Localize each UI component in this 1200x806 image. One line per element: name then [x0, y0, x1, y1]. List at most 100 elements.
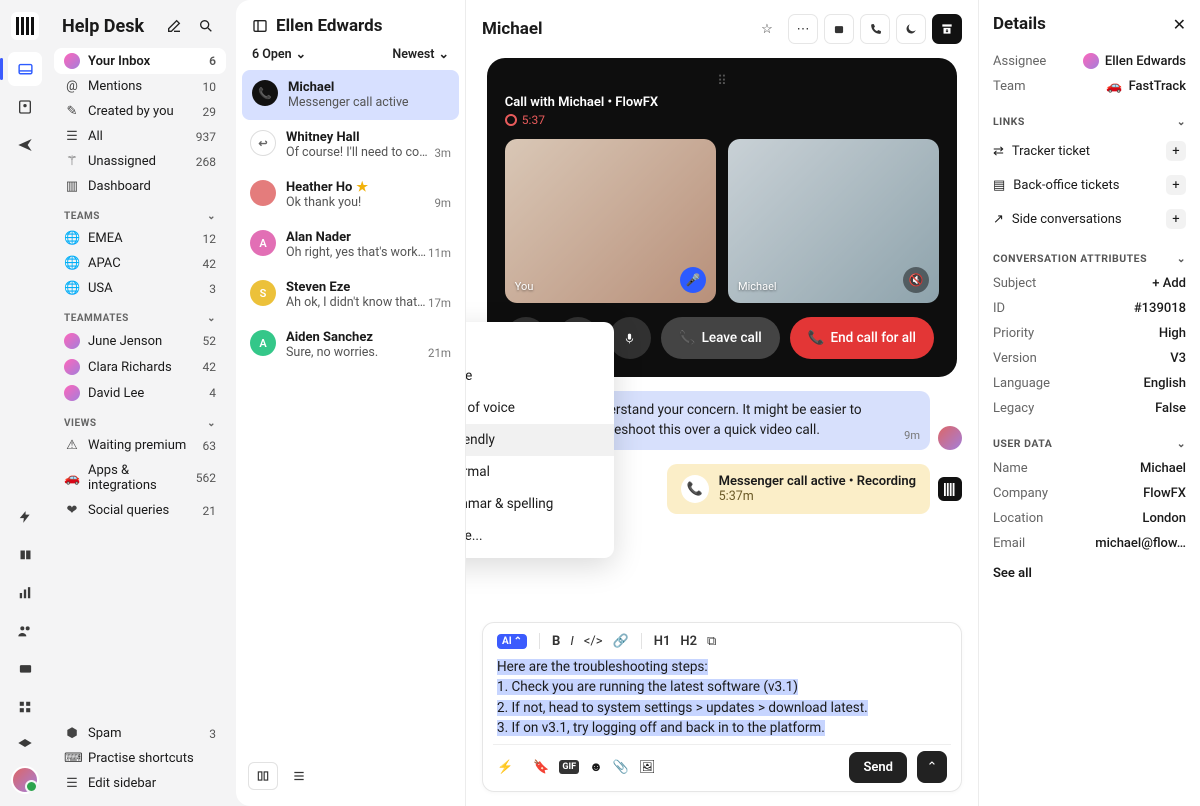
sidebar-item[interactable]: ☰All937 [54, 124, 226, 149]
thread-item[interactable]: ↩Whitney HallOf course! I'll need to co…… [236, 120, 465, 170]
sidebar-item[interactable]: ⚚Unassigned268 [54, 149, 226, 174]
sidebar-item[interactable]: ✎Created by you29 [54, 99, 226, 124]
message-time: 9m [904, 428, 920, 444]
layout-list-icon[interactable] [284, 762, 314, 790]
filter-sort[interactable]: Newest ⌄ [392, 46, 449, 62]
current-user-avatar[interactable] [11, 766, 39, 794]
layout-columns-icon[interactable] [248, 762, 278, 790]
ai-menu-item[interactable]: My tone of voice [466, 392, 614, 424]
end-call-button[interactable]: 📞 End call for all [790, 317, 934, 359]
h2-button[interactable]: H2 [680, 634, 697, 649]
sidebar-item[interactable]: ❤Social queries21 [54, 498, 226, 523]
gif-icon[interactable]: GIF [559, 760, 579, 774]
rail-chart-icon[interactable] [8, 576, 42, 610]
sidebar-item[interactable]: Your Inbox6 [54, 48, 226, 74]
ai-menu-item[interactable]: Expand [466, 328, 614, 360]
chevron-down-icon[interactable]: ⌄ [1177, 115, 1186, 128]
link-button[interactable]: 🔗 [613, 634, 629, 649]
video-self-label: You [515, 280, 534, 293]
sidebar-item[interactable]: June Jenson52 [54, 328, 226, 354]
user-data-row: CompanyFlowFX [993, 481, 1186, 506]
plus-icon[interactable]: + [1166, 141, 1186, 161]
archive-icon[interactable] [932, 14, 962, 44]
sidebar-item[interactable]: ⬢Spam3 [54, 721, 226, 746]
leave-call-button[interactable]: 📞 Leave call [661, 317, 780, 359]
rail-grid-icon[interactable] [8, 690, 42, 724]
rail-bolt-icon[interactable] [8, 500, 42, 534]
see-all-link[interactable]: See all [993, 566, 1186, 581]
team-value[interactable]: 🚗 FastTrack [1106, 79, 1186, 94]
sidebar-item[interactable]: ⚠Waiting premium63 [54, 433, 226, 458]
rail-book-icon[interactable] [8, 538, 42, 572]
bolt-icon[interactable]: ⚡ [497, 760, 513, 775]
rail-people-icon[interactable] [8, 614, 42, 648]
sidebar-item[interactable]: ☰Edit sidebar [54, 771, 226, 796]
send-button[interactable]: Send [849, 752, 907, 783]
ai-menu-item[interactable]: More formal [466, 456, 614, 488]
assignee-value[interactable]: Ellen Edwards [1083, 53, 1186, 69]
rail-inbox[interactable] [8, 52, 42, 86]
sidebar-item[interactable]: ▥Dashboard [54, 174, 226, 199]
ai-menu-item[interactable]: Translate... [466, 520, 614, 552]
moon-icon[interactable] [896, 14, 926, 44]
chevron-down-icon[interactable]: ⌄ [1177, 252, 1186, 265]
close-icon[interactable]: ✕ [1173, 15, 1186, 34]
codeblock-button[interactable]: ⧉ [707, 634, 716, 649]
composer-text[interactable]: Here are the troubleshooting steps: 1. C… [493, 657, 951, 744]
thread-item[interactable]: SSteven EzeAh ok, I didn't know that…17m [236, 270, 465, 320]
ai-badge-icon[interactable] [938, 477, 962, 501]
mute-button[interactable] [609, 317, 651, 359]
sidebar-item[interactable]: Clara Richards42 [54, 354, 226, 380]
italic-button[interactable]: I [570, 634, 573, 649]
plus-icon[interactable]: + [1166, 209, 1186, 229]
drag-handle-icon[interactable]: ⠿ [505, 74, 939, 89]
mic-muted-icon[interactable]: 🔇 [903, 267, 929, 293]
chevron-down-icon[interactable]: ⌄ [207, 418, 216, 429]
ai-toggle-button[interactable]: AI ⌃ [497, 634, 527, 649]
h1-button[interactable]: H1 [654, 634, 671, 649]
search-icon[interactable] [194, 14, 218, 38]
thread-item[interactable]: AAiden SanchezSure, no worries.21m [236, 320, 465, 370]
ai-menu-item[interactable]: Rephrase [466, 360, 614, 392]
sidebar-item[interactable]: ⌨Practise shortcuts [54, 746, 226, 771]
emoji-icon[interactable]: ☻ [589, 759, 603, 775]
ai-menu-item[interactable]: Fix grammar & spelling [466, 488, 614, 520]
details-link[interactable]: ↗Side conversations+ [993, 202, 1186, 236]
star-icon[interactable]: ☆ [752, 14, 782, 44]
plus-icon[interactable]: + [1166, 175, 1186, 195]
call-icon[interactable] [860, 14, 890, 44]
rail-send[interactable] [8, 128, 42, 162]
thread-item[interactable]: Heather Ho ★Ok thank you!9m [236, 170, 465, 220]
sidebar-item[interactable]: 🌐USA3 [54, 276, 226, 301]
sidebar-item[interactable]: 🌐EMEA12 [54, 226, 226, 251]
bookmark-icon[interactable]: 🔖 [533, 760, 549, 775]
image-icon[interactable]: 🖼 [639, 760, 656, 775]
conversation-title: Michael [482, 19, 746, 39]
compose-icon[interactable] [162, 14, 186, 38]
panel-toggle-icon[interactable] [252, 18, 268, 34]
code-button[interactable]: </> [584, 634, 603, 649]
sidebar-item[interactable]: 🚗Apps & integrations562 [54, 458, 226, 498]
details-link[interactable]: ▤Back-office tickets+ [993, 168, 1186, 202]
sidebar-item[interactable]: David Lee4 [54, 380, 226, 406]
ai-menu-item[interactable]: More friendly [466, 424, 614, 456]
thread-item[interactable]: AAlan NaderOh right, yes that's work…11m [236, 220, 465, 270]
snooze-icon[interactable] [824, 14, 854, 44]
chevron-down-icon[interactable]: ⌄ [207, 313, 216, 324]
attrs-heading: CONVERSATION ATTRIBUTES [993, 252, 1147, 265]
rail-contacts[interactable] [8, 90, 42, 124]
more-icon[interactable]: ⋯ [788, 14, 818, 44]
filter-open[interactable]: 6 Open ⌄ [252, 46, 306, 62]
attachment-icon[interactable]: 📎 [613, 760, 629, 775]
rail-grad-icon[interactable] [8, 728, 42, 762]
sidebar-item[interactable]: @Mentions10 [54, 74, 226, 99]
details-link[interactable]: ⇄Tracker ticket+ [993, 134, 1186, 168]
chevron-down-icon[interactable]: ⌄ [207, 211, 216, 222]
send-options-button[interactable]: ⌃ [917, 751, 947, 783]
bold-button[interactable]: B [552, 634, 560, 649]
sidebar-item[interactable]: 🌐APAC42 [54, 251, 226, 276]
mic-icon[interactable]: 🎤 [680, 267, 706, 293]
thread-item[interactable]: 📞MichaelMessenger call active [242, 70, 459, 120]
chevron-down-icon[interactable]: ⌄ [1177, 437, 1186, 450]
rail-message-icon[interactable] [8, 652, 42, 686]
